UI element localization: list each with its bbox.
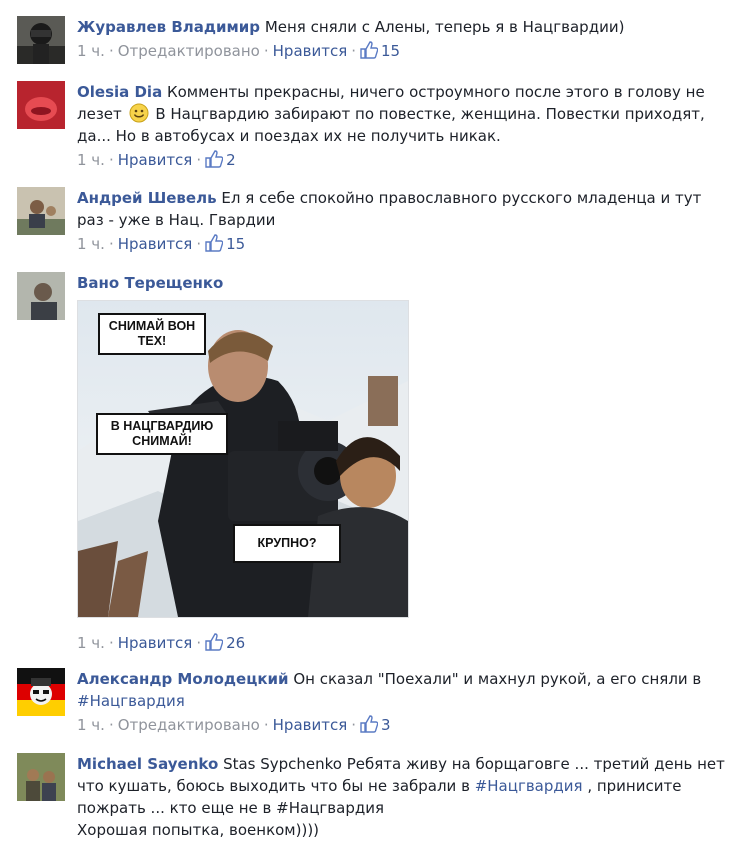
like-count[interactable]: 3 [360,715,391,734]
like-button[interactable]: Нравится [273,716,348,734]
comment-time[interactable]: 1 ч. [77,716,105,734]
edited-label[interactable]: Отредактировано [118,42,260,60]
comment-author[interactable]: Michael Sayenko [77,755,218,773]
speech-bubble: СНИМАЙ ВОН ТЕХ! [98,313,206,355]
like-count[interactable]: 26 [205,633,245,652]
comment-meta: 1 ч. · Отредактировано · Нравится · 15 [77,41,401,60]
thumbs-up-icon [205,150,224,168]
edited-label[interactable]: Отредактировано [118,716,260,734]
avatar[interactable] [17,668,65,716]
comment-time[interactable]: 1 ч. [77,151,105,169]
avatar[interactable] [17,81,65,129]
avatar[interactable] [17,16,65,64]
meme-image[interactable]: СНИМАЙ ВОН ТЕХ! В НАЦГВАРДИЮ СНИМАЙ! КРУ… [77,300,409,618]
comment-text: Он сказал "Поехали" и махнул рукой, а ег… [293,670,702,688]
comment-time[interactable]: 1 ч. [77,42,105,60]
comment-meta: 1 ч. · Нравится · 2 [77,150,236,169]
comment-text: Хорошая попытка, военком)))) [77,821,320,839]
avatar[interactable] [17,272,65,320]
speech-bubble: В НАЦГВАРДИЮ СНИМАЙ! [96,413,228,455]
like-button[interactable]: Нравится [118,634,193,652]
hashtag-link[interactable]: #Нацгвардия [276,799,384,817]
thumbs-up-icon [360,715,379,733]
comment-meta: 1 ч. · Нравится · 26 [77,633,246,652]
comment-body: Вано Терещенко [77,272,727,294]
comment-time[interactable]: 1 ч. [77,634,105,652]
comment-body: Журавлев Владимир Меня сняли с Алены, те… [77,16,727,38]
comment-author[interactable]: Вано Терещенко [77,274,223,292]
like-count[interactable]: 2 [205,150,236,169]
comment-text: В Нацгвардию забирают по повестке, женщи… [77,105,705,145]
hashtag-link[interactable]: #Нацгвардия [475,777,583,795]
thumbs-up-icon [205,234,224,252]
hashtag-link[interactable]: #Нацгвардия [77,692,185,710]
comment-time[interactable]: 1 ч. [77,235,105,253]
comment-author[interactable]: Журавлев Владимир [77,18,260,36]
smiley-emoji-icon [129,103,149,123]
like-count[interactable]: 15 [360,41,400,60]
comment-author[interactable]: Olesia Dia [77,83,162,101]
avatar[interactable] [17,187,65,235]
comment-text: Меня сняли с Алены, теперь я в Нацгварди… [264,18,625,36]
comment-body: Александр Молодецкий Он сказал "Поехали"… [77,668,727,712]
comment-body: Michael Sayenko Stas Sypchenko Ребята жи… [77,753,727,841]
comment-author[interactable]: Александр Молодецкий [77,670,289,688]
like-button[interactable]: Нравится [118,235,193,253]
comment-meta: 1 ч. · Отредактировано · Нравится · 3 [77,715,391,734]
thumbs-up-icon [205,633,224,651]
like-button[interactable]: Нравится [118,151,193,169]
comment-meta: 1 ч. · Нравится · 15 [77,234,246,253]
comment-author[interactable]: Андрей Шевель [77,189,217,207]
thumbs-up-icon [360,41,379,59]
speech-bubble: КРУПНО? [233,524,341,563]
avatar[interactable] [17,753,65,801]
like-count[interactable]: 15 [205,234,245,253]
like-button[interactable]: Нравится [273,42,348,60]
comment-body: Андрей Шевель Ел я себе спокойно правосл… [77,187,727,231]
comment-body: Olesia Dia Комменты прекрасны, ничего ос… [77,81,727,147]
